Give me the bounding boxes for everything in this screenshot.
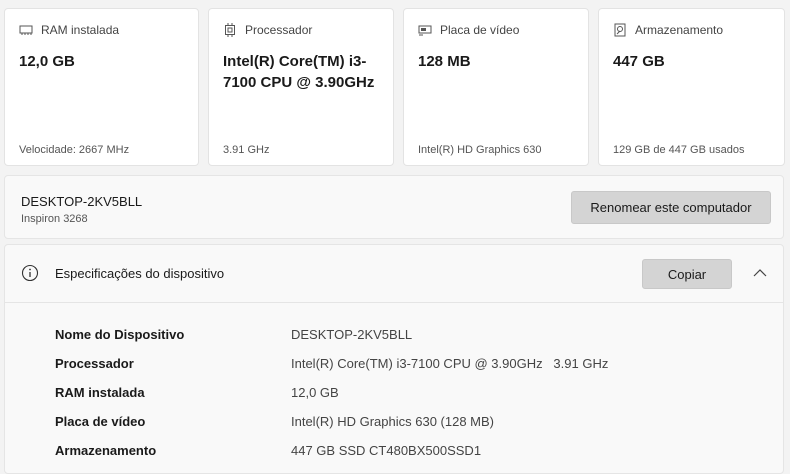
computer-name-panel: DESKTOP-2KV5BLL Inspiron 3268 Renomear e…	[4, 175, 784, 239]
chevron-up-icon[interactable]	[750, 263, 770, 283]
spec-value: Intel(R) Core(TM) i3-7100 CPU @ 3.90GHz …	[291, 356, 609, 371]
gpu-icon	[418, 23, 432, 37]
copy-button[interactable]: Copiar	[642, 259, 732, 289]
storage-card: Armazenamento 447 GB 129 GB de 447 GB us…	[598, 8, 785, 166]
spec-key: Processador	[55, 356, 134, 371]
card-value: 128 MB	[418, 53, 471, 70]
spec-key: RAM instalada	[55, 385, 145, 400]
card-label: RAM instalada	[41, 23, 120, 37]
spec-row: Processador Intel(R) Core(TM) i3-7100 CP…	[55, 356, 755, 376]
processor-card: Processador Intel(R) Core(TM) i3-7100 CP…	[208, 8, 394, 166]
device-specs-header[interactable]: Especificações do dispositivo Copiar	[5, 245, 783, 303]
card-label: Placa de vídeo	[440, 23, 520, 37]
gpu-card: Placa de vídeo 128 MB Intel(R) HD Graphi…	[403, 8, 589, 166]
spec-value: 447 GB SSD CT480BX500SSD1	[291, 443, 482, 458]
card-value: 12,0 GB	[19, 53, 75, 70]
ram-card: RAM instalada 12,0 GB Velocidade: 2667 M…	[4, 8, 199, 166]
spec-key: Placa de vídeo	[55, 414, 146, 429]
card-footer: 129 GB de 447 GB usados	[613, 144, 745, 156]
card-footer: Intel(R) HD Graphics 630	[418, 144, 542, 156]
spec-row: RAM instalada 12,0 GB	[55, 385, 755, 405]
card-value: 447 GB	[613, 53, 665, 70]
computer-name: DESKTOP-2KV5BLL	[21, 194, 143, 209]
storage-icon	[613, 23, 627, 37]
device-specs-title: Especificações do dispositivo	[55, 266, 225, 281]
card-value: Intel(R) Core(TM) i3-7100 CPU @ 3.90GHz	[223, 53, 375, 91]
spec-row: Placa de vídeo Intel(R) HD Graphics 630 …	[55, 414, 755, 434]
card-footer: Velocidade: 2667 MHz	[19, 144, 130, 156]
card-label: Processador	[245, 23, 313, 37]
spec-value: Intel(R) HD Graphics 630 (128 MB)	[291, 414, 495, 429]
device-specs-panel: Especificações do dispositivo Copiar Nom…	[4, 244, 784, 474]
spec-value: DESKTOP-2KV5BLL	[291, 327, 413, 342]
card-footer: 3.91 GHz	[223, 144, 270, 156]
card-label: Armazenamento	[635, 23, 724, 37]
spec-row: Nome do Dispositivo DESKTOP-2KV5BLL	[55, 327, 755, 347]
rename-computer-button[interactable]: Renomear este computador	[571, 191, 771, 224]
spec-row: Armazenamento 447 GB SSD CT480BX500SSD1	[55, 443, 755, 463]
ram-icon	[19, 23, 33, 37]
processor-icon	[223, 23, 237, 37]
info-icon	[21, 264, 39, 282]
spec-key: Armazenamento	[55, 443, 157, 458]
spec-value: 12,0 GB	[291, 385, 339, 400]
computer-model: Inspiron 3268	[21, 213, 88, 225]
spec-key: Nome do Dispositivo	[55, 327, 185, 342]
